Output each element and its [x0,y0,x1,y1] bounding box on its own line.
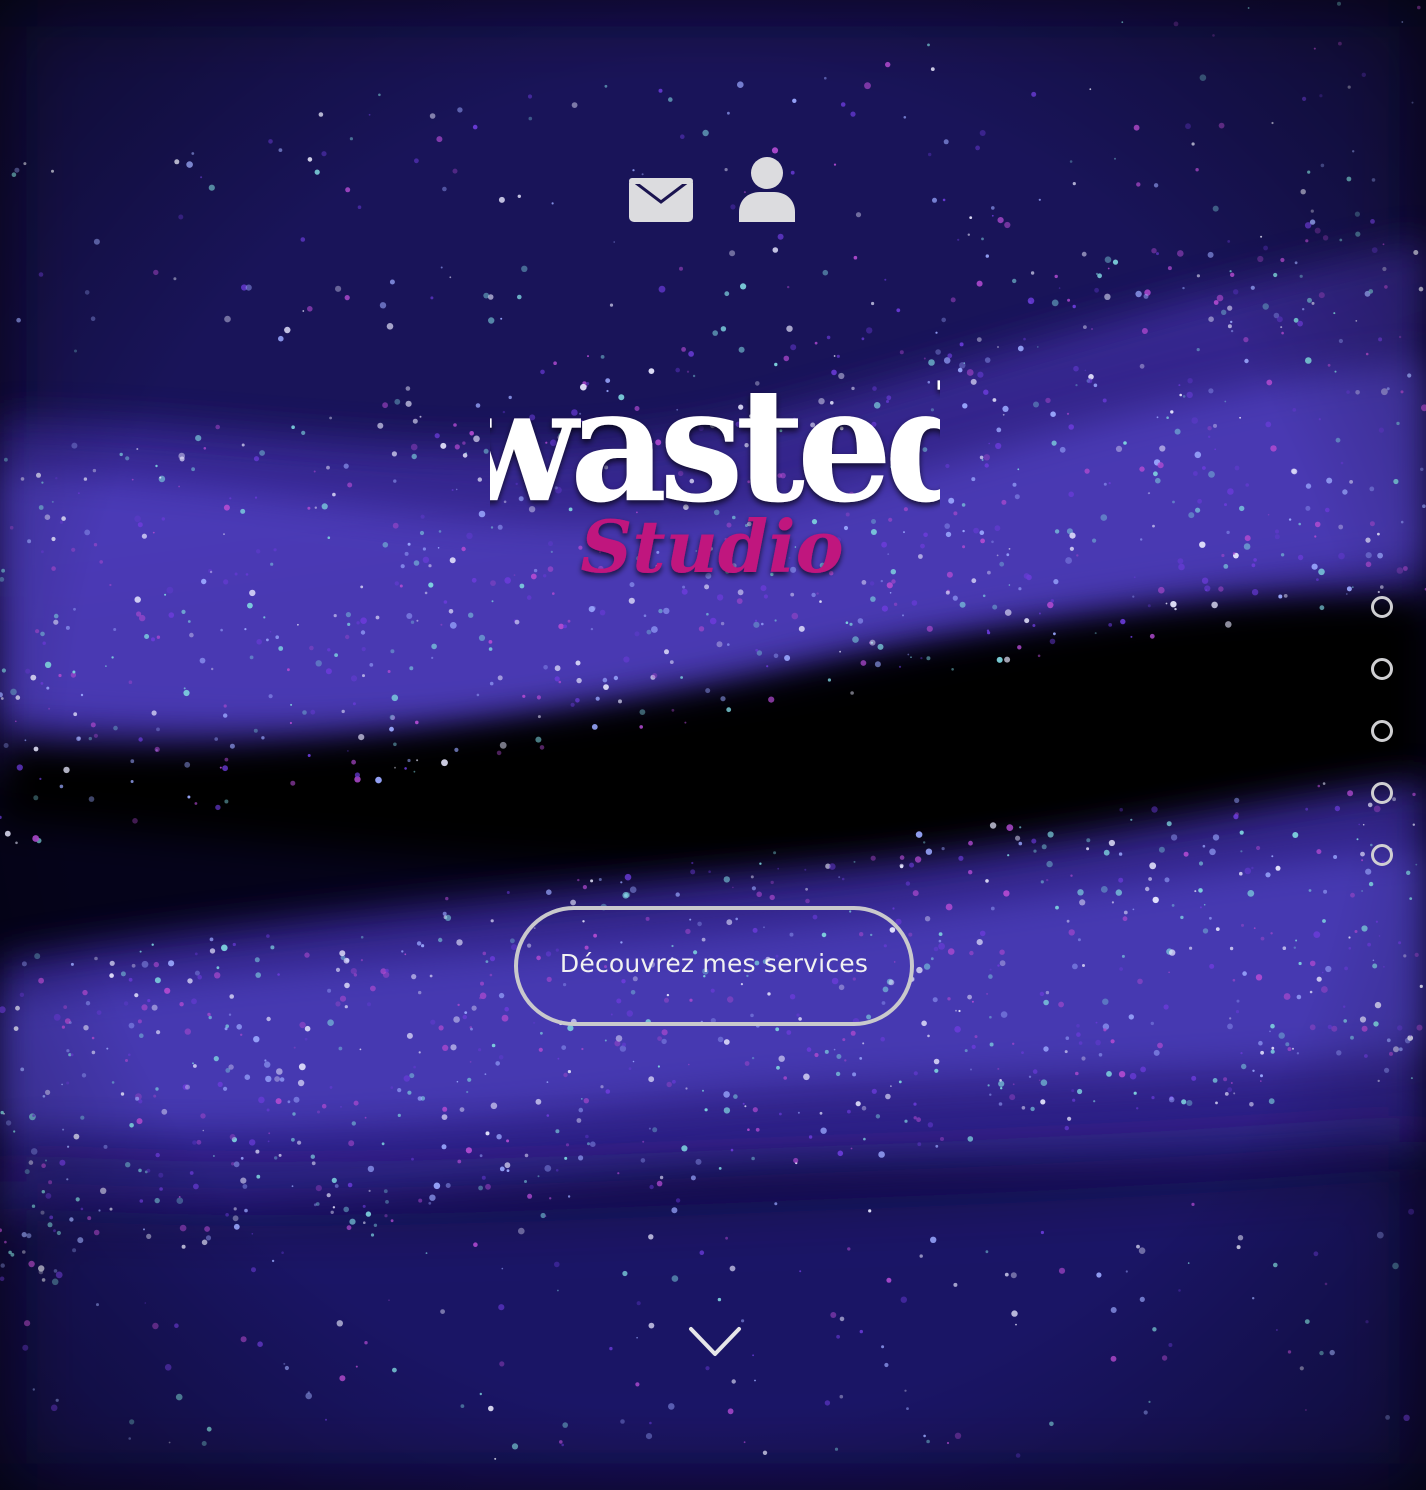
studio-logo: wasted Studio [490,354,940,589]
header-icons [628,156,796,227]
hero-section: wasted Studio Découvrez mes services [0,0,1426,1490]
discover-services-label: Découvrez mes services [559,948,869,978]
user-icon[interactable] [738,156,796,227]
discover-services-button[interactable]: Découvrez mes services [514,906,914,1026]
section-nav-dot[interactable] [1371,720,1393,742]
section-nav-dots [1371,596,1393,866]
logo-subtitle: Studio [580,504,843,589]
section-nav-dot[interactable] [1371,844,1393,866]
chevron-down-icon[interactable] [688,1326,742,1358]
section-nav-dot[interactable] [1371,596,1393,618]
section-nav-dot[interactable] [1371,658,1393,680]
section-nav-dot[interactable] [1371,782,1393,804]
envelope-icon[interactable] [628,168,694,227]
